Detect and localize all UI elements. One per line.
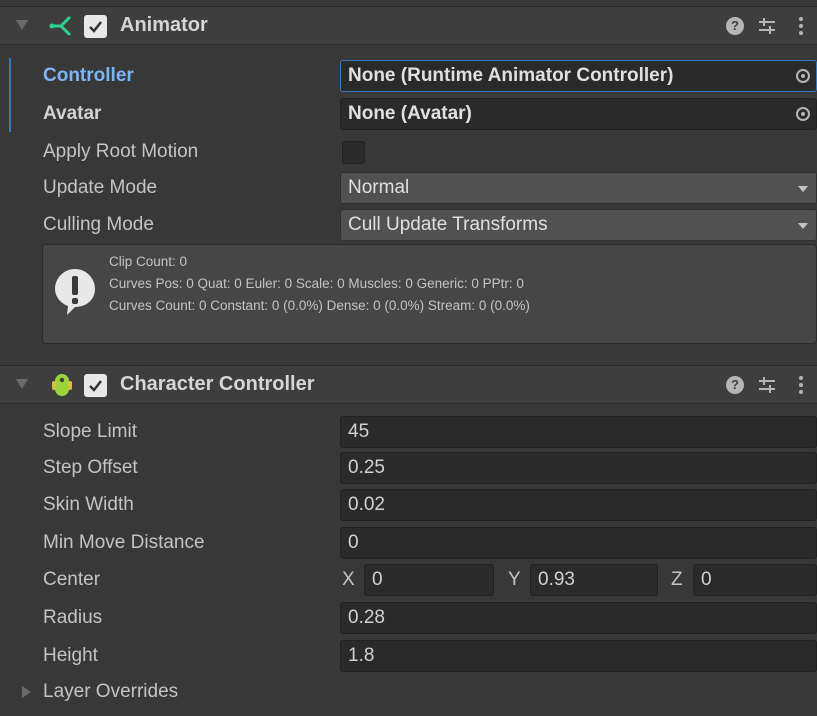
presets-icon[interactable]	[757, 375, 777, 401]
min-move-distance-field[interactable]: 0	[340, 527, 817, 559]
slope-limit-value: 45	[348, 421, 370, 442]
apply-root-motion-row: Apply Root Motion	[0, 133, 817, 171]
character-controller-header[interactable]: Character Controller ?	[0, 365, 817, 404]
kebab-menu-icon[interactable]	[798, 15, 804, 37]
culling-mode-dropdown[interactable]: Cull Update Transforms	[340, 209, 817, 241]
animator-foldout-icon[interactable]	[16, 20, 28, 30]
layer-overrides-label[interactable]: Layer Overrides	[43, 681, 178, 703]
center-z-label[interactable]: Z	[671, 569, 683, 591]
animator-enabled-checkbox[interactable]	[84, 15, 107, 38]
presets-icon[interactable]	[757, 16, 777, 42]
controller-label: Controller	[43, 65, 134, 86]
height-value: 1.8	[348, 645, 375, 666]
min-move-distance-value: 0	[348, 532, 359, 553]
center-y-label[interactable]: Y	[508, 569, 521, 591]
avatar-field[interactable]: None (Avatar)	[340, 98, 817, 130]
min-move-distance-row: Min Move Distance 0	[0, 524, 817, 562]
layer-overrides-foldout-icon[interactable]	[22, 686, 31, 698]
center-y: Y 0.93	[508, 564, 658, 596]
slope-limit-label: Slope Limit	[43, 421, 137, 442]
height-row: Height 1.8	[0, 637, 817, 675]
center-x-label[interactable]: X	[342, 569, 355, 591]
center-y-value: 0.93	[538, 569, 575, 590]
apply-root-motion-checkbox[interactable]	[342, 141, 365, 164]
info-icon	[53, 267, 97, 323]
min-move-distance-label: Min Move Distance	[43, 532, 205, 553]
curves-pos-text: Curves Pos: 0 Quat: 0 Euler: 0 Scale: 0 …	[109, 276, 524, 291]
step-offset-field[interactable]: 0.25	[340, 452, 817, 484]
animator-info-box: Clip Count: 0 Curves Pos: 0 Quat: 0 Eule…	[42, 244, 817, 344]
step-offset-label: Step Offset	[43, 457, 138, 478]
update-mode-value: Normal	[348, 177, 410, 198]
clip-count-text: Clip Count: 0	[109, 254, 188, 269]
avatar-row: Avatar None (Avatar)	[0, 95, 817, 133]
update-mode-row: Update Mode Normal	[0, 169, 817, 207]
avatar-value: None (Avatar)	[348, 103, 472, 124]
apply-root-motion-label: Apply Root Motion	[43, 141, 199, 162]
slope-limit-row: Slope Limit 45	[0, 413, 817, 451]
radius-value: 0.28	[348, 607, 385, 628]
step-offset-value: 0.25	[348, 457, 385, 478]
help-icon[interactable]: ?	[726, 17, 744, 35]
help-icon[interactable]: ?	[726, 376, 744, 394]
character-controller-foldout-icon[interactable]	[16, 379, 28, 389]
center-z: Z 0	[671, 564, 817, 596]
animator-component-icon	[48, 13, 74, 45]
animator-header[interactable]: Animator ?	[0, 6, 817, 45]
radius-field[interactable]: 0.28	[340, 602, 817, 634]
radius-row: Radius 0.28	[0, 599, 817, 637]
dropdown-arrow-icon	[798, 186, 808, 192]
center-label: Center	[43, 569, 101, 590]
character-controller-title: Character Controller	[120, 373, 315, 395]
skin-width-row: Skin Width 0.02	[0, 486, 817, 524]
culling-mode-label: Culling Mode	[43, 214, 154, 235]
curves-count-text: Curves Count: 0 Constant: 0 (0.0%) Dense…	[109, 298, 530, 313]
skin-width-field[interactable]: 0.02	[340, 489, 817, 521]
center-z-value: 0	[701, 569, 712, 590]
culling-mode-row: Culling Mode Cull Update Transforms	[0, 206, 817, 244]
culling-mode-value: Cull Update Transforms	[348, 214, 548, 235]
center-x-value: 0	[372, 569, 383, 590]
object-picker-icon[interactable]	[796, 69, 810, 83]
layer-overrides-row[interactable]: Layer Overrides	[0, 673, 817, 711]
update-mode-dropdown[interactable]: Normal	[340, 172, 817, 204]
height-field[interactable]: 1.8	[340, 640, 817, 672]
height-label: Height	[43, 645, 98, 666]
center-x-field[interactable]: 0	[364, 564, 494, 596]
dropdown-arrow-icon	[798, 223, 808, 229]
skin-width-value: 0.02	[348, 494, 385, 515]
slope-limit-field[interactable]: 45	[340, 416, 817, 448]
skin-width-label: Skin Width	[43, 494, 134, 515]
center-z-field[interactable]: 0	[693, 564, 817, 596]
controller-field[interactable]: None (Runtime Animator Controller)	[340, 60, 817, 92]
center-x: X 0	[342, 564, 494, 596]
character-controller-icon	[50, 372, 74, 404]
radius-label: Radius	[43, 607, 103, 628]
update-mode-label: Update Mode	[43, 177, 158, 198]
center-y-field[interactable]: 0.93	[530, 564, 658, 596]
object-picker-icon[interactable]	[796, 107, 810, 121]
animator-title: Animator	[120, 14, 208, 36]
controller-row: Controller None (Runtime Animator Contro…	[0, 57, 817, 95]
character-controller-enabled-checkbox[interactable]	[84, 374, 107, 397]
center-row: Center X 0 Y 0.93 Z 0	[0, 561, 817, 599]
controller-value: None (Runtime Animator Controller)	[348, 65, 674, 86]
kebab-menu-icon[interactable]	[798, 374, 804, 396]
step-offset-row: Step Offset 0.25	[0, 449, 817, 487]
avatar-label: Avatar	[43, 103, 102, 124]
